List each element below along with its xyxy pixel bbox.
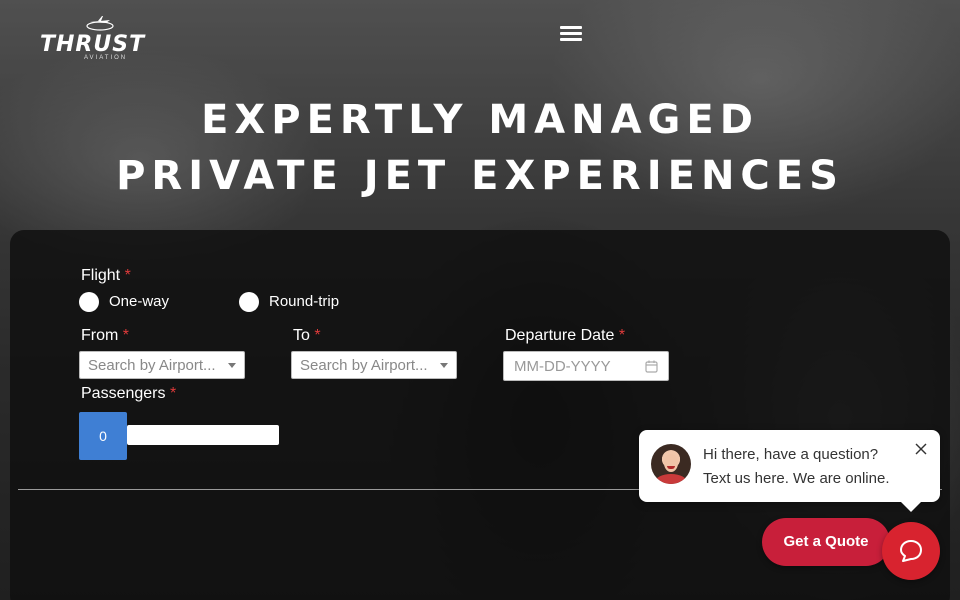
close-icon[interactable] — [914, 442, 928, 456]
one-way-radio[interactable] — [79, 292, 99, 312]
plane-icon — [86, 16, 114, 31]
flight-label-text: Flight — [81, 267, 121, 284]
logo-subtitle: AVIATION — [84, 55, 128, 61]
chat-greeting-bubble[interactable]: Hi there, have a question? Text us here.… — [639, 430, 940, 512]
menu-icon[interactable] — [560, 26, 582, 44]
passengers-stepper-value[interactable]: 0 — [79, 412, 127, 460]
to-placeholder: Search by Airport... — [300, 357, 428, 374]
chevron-down-icon — [440, 363, 448, 368]
departure-date-label: Departure Date * — [505, 327, 625, 345]
passengers-label: Passengers * — [81, 385, 176, 403]
passengers-slider-track[interactable] — [127, 425, 279, 445]
hero-title-line-2: PRIVATE JET EXPERIENCES — [116, 153, 844, 199]
get-a-quote-button[interactable]: Get a Quote — [762, 518, 890, 566]
to-label-text: To — [293, 327, 310, 344]
round-trip-radio[interactable] — [239, 292, 259, 312]
required-mark: * — [124, 267, 131, 284]
logo-wordmark: THRUST — [40, 32, 146, 57]
to-airport-select[interactable]: Search by Airport... — [291, 351, 457, 379]
required-mark: * — [314, 327, 321, 344]
chevron-down-icon — [228, 363, 236, 368]
from-label: From * — [81, 327, 129, 345]
calendar-icon — [645, 360, 658, 373]
from-airport-select[interactable]: Search by Airport... — [79, 351, 245, 379]
avatar — [651, 444, 691, 484]
logo[interactable]: THRUST AVIATION — [38, 16, 160, 64]
passengers-label-text: Passengers — [81, 385, 166, 402]
one-way-label[interactable]: One-way — [109, 293, 169, 310]
departure-date-label-text: Departure Date — [505, 327, 615, 344]
hero-title-line-1: EXPERTLY MANAGED — [201, 97, 759, 143]
required-mark: * — [122, 327, 130, 344]
to-label: To * — [293, 327, 321, 345]
from-label-text: From — [81, 327, 119, 344]
from-placeholder: Search by Airport... — [88, 357, 216, 374]
chat-icon — [900, 540, 922, 562]
chat-greeting-text: Hi there, have a question? Text us here.… — [703, 443, 890, 491]
chat-line-1: Hi there, have a question? — [703, 446, 879, 463]
date-placeholder: MM-DD-YYYY — [514, 358, 611, 375]
departure-date-input[interactable]: MM-DD-YYYY — [503, 351, 669, 381]
site-header: THRUST AVIATION — [0, 0, 960, 70]
chat-line-2: Text us here. We are online. — [703, 470, 890, 487]
chat-launcher-button[interactable] — [882, 522, 940, 580]
flight-label: Flight * — [81, 267, 131, 285]
hero-title: EXPERTLY MANAGED PRIVATE JET EXPERIENCES — [0, 92, 960, 204]
required-mark: * — [618, 327, 626, 344]
required-mark: * — [169, 385, 177, 402]
round-trip-label[interactable]: Round-trip — [269, 293, 339, 310]
